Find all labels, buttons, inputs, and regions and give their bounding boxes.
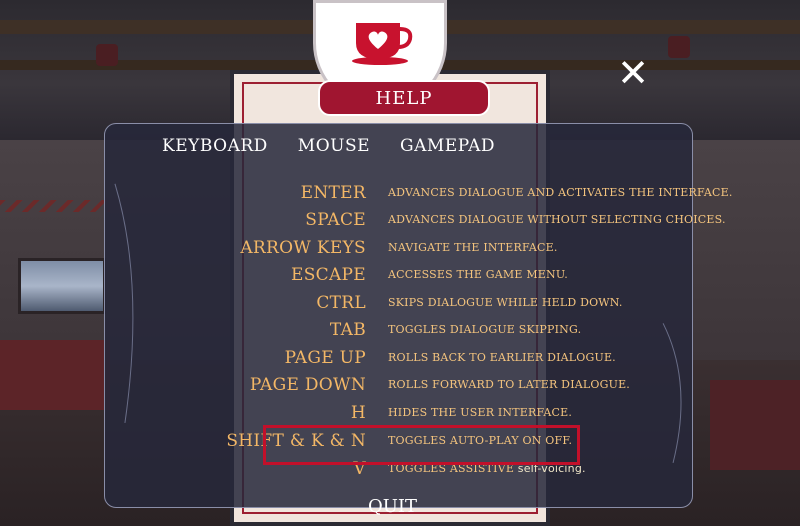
close-icon: ✕ [617,51,649,95]
quit-button[interactable]: QUIT [368,496,417,517]
key-description: ROLLS BACK TO EARLIER DIALOGUE. [388,351,616,364]
key-label: ESCAPE [291,265,366,285]
keybinding-row: TAB TOGGLES DIALOGUE SKIPPING. [160,320,680,347]
keybinding-row: SPACE ADVANCES DIALOGUE WITHOUT SELECTIN… [160,210,725,237]
booth-seat [0,340,110,410]
key-label: ARROW KEYS [240,238,366,258]
help-title-banner: HELP [318,80,490,116]
key-description: TOGGLES DIALOGUE SKIPPING. [388,323,582,336]
close-button[interactable]: ✕ [614,54,652,92]
page-title: HELP [375,87,433,109]
key-label: CTRL [316,293,366,313]
focus-highlight [263,425,580,465]
keybinding-row: ESCAPE ACCESSES THE GAME MENU. [160,265,680,292]
wall-picture [18,258,106,314]
tab-mouse[interactable]: MOUSE [298,136,370,156]
pendant-lamp [668,36,690,58]
key-label: TAB [329,320,366,340]
key-label: ENTER [300,183,366,203]
tab-gamepad[interactable]: GAMEPAD [400,136,495,156]
tab-keyboard[interactable]: KEYBOARD [162,136,268,156]
tab-bar: KEYBOARD MOUSE GAMEPAD [162,136,495,156]
key-description: ROLLS FORWARD TO LATER DIALOGUE. [388,378,630,391]
keybinding-row: PAGE DOWN ROLLS FORWARD TO LATER DIALOGU… [160,375,680,402]
keybinding-row: ENTER ADVANCES DIALOGUE AND ACTIVATES TH… [160,183,733,210]
key-label: H [350,403,366,423]
booth-seat [710,380,800,470]
keybinding-row: PAGE UP ROLLS BACK TO EARLIER DIALOGUE. [160,348,680,375]
wall-pattern [0,200,110,212]
key-label: SPACE [305,210,366,230]
key-description: NAVIGATE THE INTERFACE. [388,241,558,254]
key-description: SKIPS DIALOGUE WHILE HELD DOWN. [388,296,623,309]
pendant-lamp [96,44,118,66]
key-label: PAGE UP [284,348,366,368]
key-description: ADVANCES DIALOGUE AND ACTIVATES THE INTE… [388,186,733,199]
key-description: ACCESSES THE GAME MENU. [388,268,568,281]
keybinding-row: CTRL SKIPS DIALOGUE WHILE HELD DOWN. [160,293,680,320]
teacup-heart-icon [352,23,413,65]
key-label: PAGE DOWN [249,375,366,395]
keybinding-row: ARROW KEYS NAVIGATE THE INTERFACE. [160,238,680,265]
key-description: ADVANCES DIALOGUE WITHOUT SELECTING CHOI… [388,213,726,226]
key-description: HIDES THE USER INTERFACE. [388,406,573,419]
